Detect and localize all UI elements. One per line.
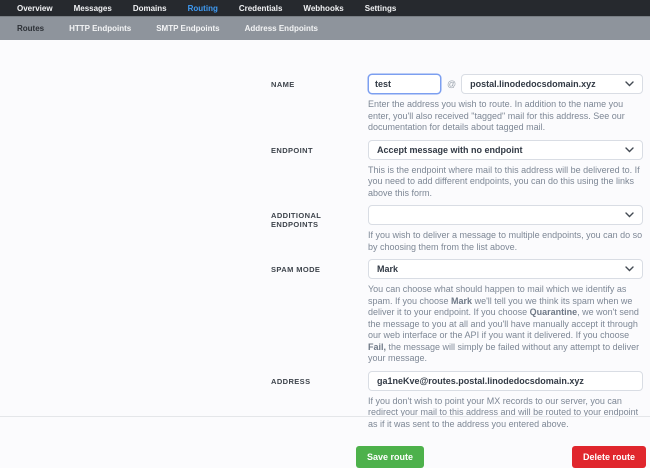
nav-item-credentials[interactable]: Credentials xyxy=(239,4,283,13)
name-row: NAME @ postal.linodedocsdomain.xyz Enter… xyxy=(271,74,643,134)
endpoint-row: ENDPOINT Accept message with no endpoint… xyxy=(271,139,643,200)
spam-mode-select-value: Mark xyxy=(377,264,399,274)
nav-item-domains[interactable]: Domains xyxy=(133,4,167,13)
additional-endpoints-help-text: If you wish to deliver a message to mult… xyxy=(368,230,643,252)
spam-mode-help-text: You can choose what should happen to mai… xyxy=(368,284,640,363)
chevron-down-icon xyxy=(625,81,634,87)
address-help-text: If you don't wish to point your MX recor… xyxy=(368,395,639,429)
nav-item-overview[interactable]: Overview xyxy=(17,4,53,13)
subnav-item-http-endpoints[interactable]: HTTP Endpoints xyxy=(69,24,131,33)
domain-select-value: postal.linodedocsdomain.xyz xyxy=(470,79,596,89)
spam-mode-label: SPAM MODE xyxy=(271,265,321,274)
nav-item-settings[interactable]: Settings xyxy=(365,4,397,13)
name-input[interactable] xyxy=(368,74,441,94)
address-row: ADDRESS If you don't wish to point your … xyxy=(271,370,643,431)
spam-mode-row: SPAM MODE Mark You can choose what shoul… xyxy=(271,259,643,365)
endpoint-select-value: Accept message with no endpoint xyxy=(377,144,523,155)
form-actions: Save route Delete route xyxy=(356,446,646,468)
nav-item-webhooks[interactable]: Webhooks xyxy=(303,4,343,13)
chevron-down-icon xyxy=(625,212,634,218)
additional-endpoints-select[interactable] xyxy=(368,205,643,225)
bottom-divider xyxy=(0,416,650,417)
nav-item-routing[interactable]: Routing xyxy=(188,4,218,13)
spam-mode-select[interactable]: Mark xyxy=(368,259,643,279)
top-navigation: Overview Messages Domains Routing Creden… xyxy=(0,0,650,16)
address-label: ADDRESS xyxy=(271,376,311,386)
domain-select[interactable]: postal.linodedocsdomain.xyz xyxy=(461,74,643,94)
endpoint-label: ENDPOINT xyxy=(271,145,313,155)
at-sign: @ xyxy=(447,79,457,89)
additional-endpoints-row: ADDITIONAL ENDPOINTS If you wish to deli… xyxy=(271,205,643,253)
save-route-button[interactable]: Save route xyxy=(356,446,425,468)
route-address-input[interactable] xyxy=(368,370,643,391)
sub-navigation: Routes HTTP Endpoints SMTP Endpoints Add… xyxy=(0,16,650,40)
nav-item-messages[interactable]: Messages xyxy=(74,4,112,13)
endpoint-help-text: This is the endpoint where mail to this … xyxy=(368,164,640,198)
route-form: NAME @ postal.linodedocsdomain.xyz Enter… xyxy=(271,74,646,468)
additional-endpoints-label: ADDITIONAL ENDPOINTS xyxy=(271,211,322,229)
chevron-down-icon xyxy=(625,146,634,152)
subnav-item-smtp-endpoints[interactable]: SMTP Endpoints xyxy=(156,24,219,33)
name-help-text: Enter the address you wish to route. In … xyxy=(368,99,625,132)
endpoint-select[interactable]: Accept message with no endpoint xyxy=(368,139,643,160)
chevron-down-icon xyxy=(625,266,634,272)
delete-route-button[interactable]: Delete route xyxy=(571,446,646,468)
subnav-item-address-endpoints[interactable]: Address Endpoints xyxy=(245,24,318,33)
name-label: NAME xyxy=(271,80,295,89)
subnav-item-routes[interactable]: Routes xyxy=(17,24,44,33)
